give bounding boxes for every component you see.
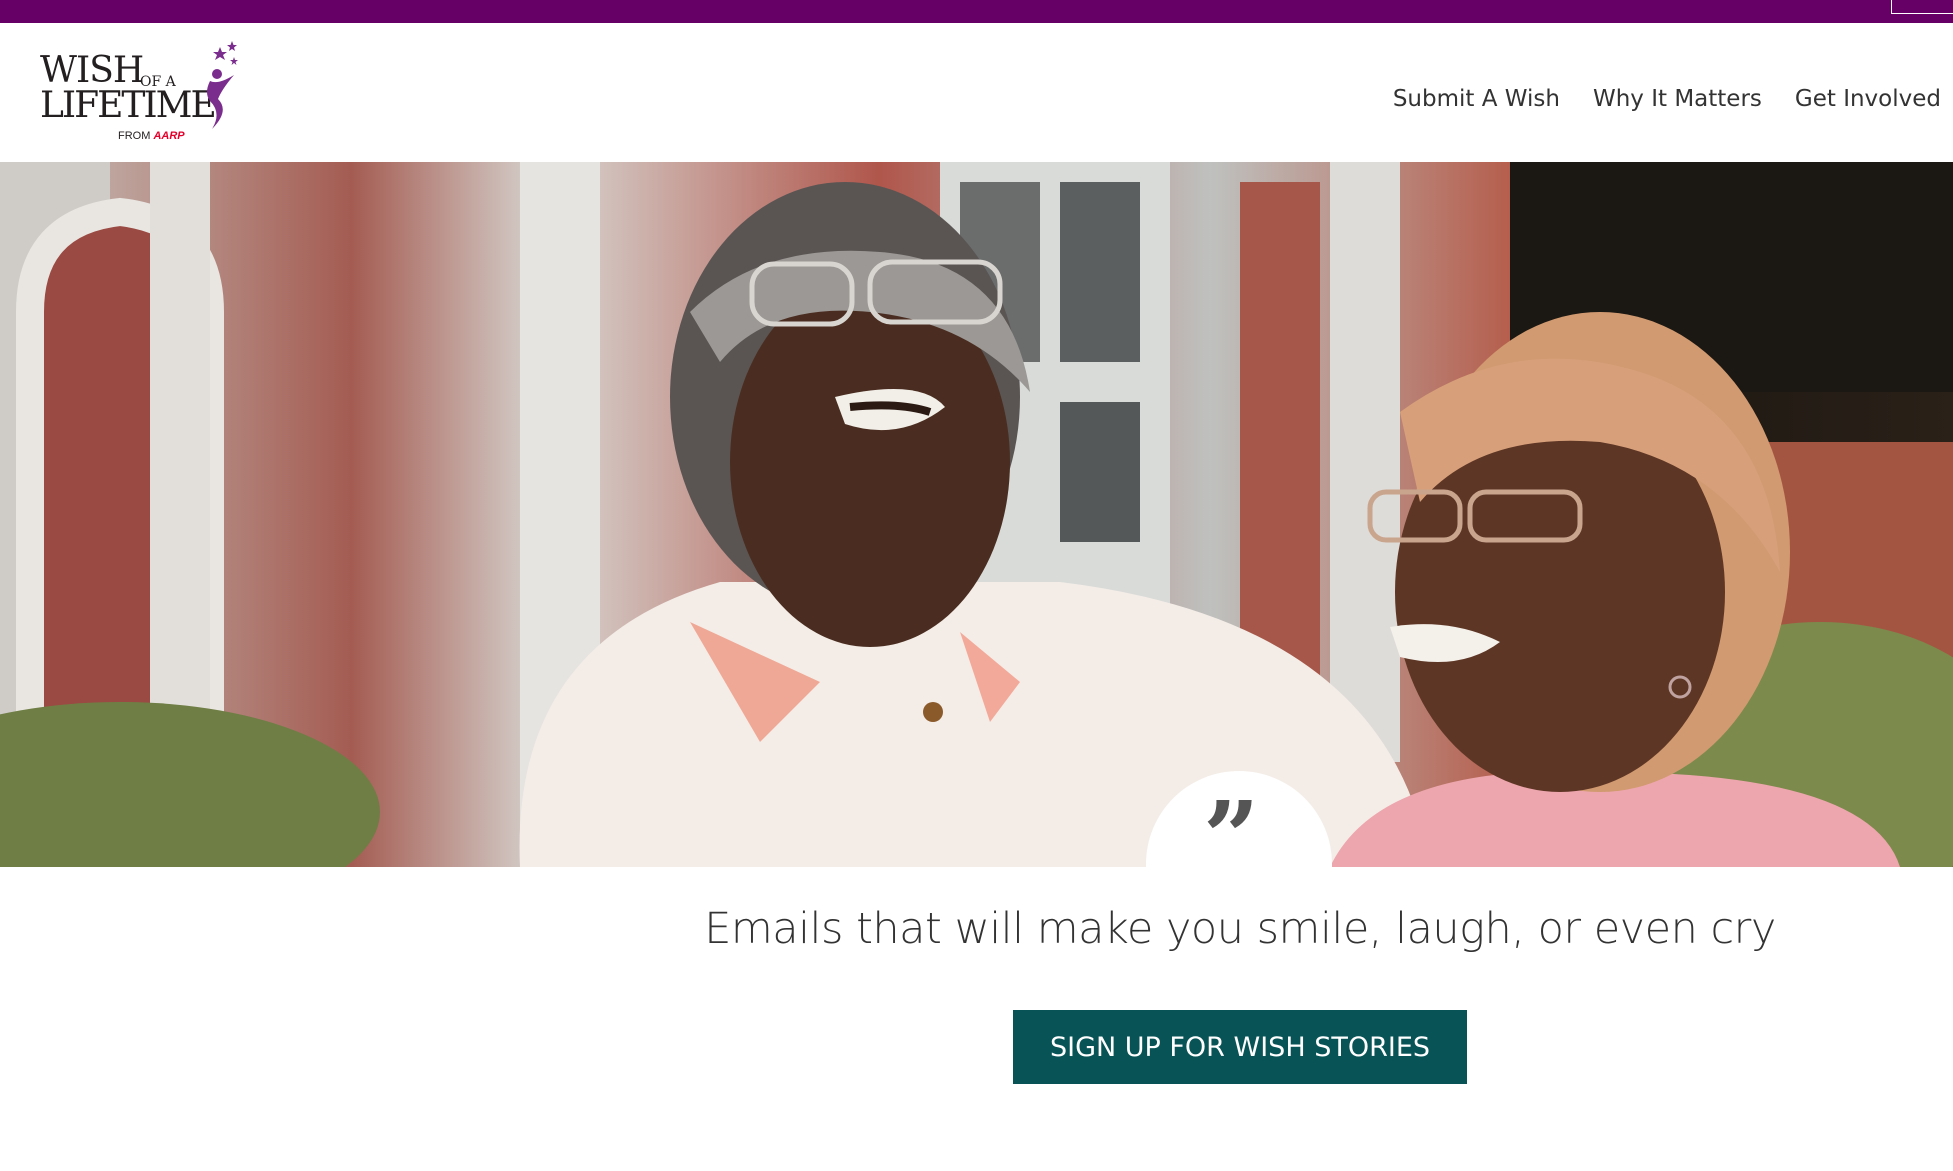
sign-up-wish-stories-button[interactable]: SIGN UP FOR WISH STORIES <box>1013 1010 1467 1084</box>
nav-submit-a-wish[interactable]: Submit A Wish <box>1393 86 1560 112</box>
quote-icon: ” <box>1203 781 1260 896</box>
star-figure-icon <box>207 41 238 129</box>
tagline-heading: Emails that will make you smile, laugh, … <box>704 904 1776 954</box>
logo-line2: LIFETIME <box>40 85 217 126</box>
nav-why-it-matters[interactable]: Why It Matters <box>1593 86 1762 112</box>
wish-of-a-lifetime-logo[interactable]: WISH OF A LIFETIME FROM AARP <box>40 41 260 161</box>
top-bar-box[interactable] <box>1891 0 1953 14</box>
aarp-brand: AARP <box>153 130 185 142</box>
hero-image <box>0 162 1953 867</box>
logo-line1: WISH <box>40 50 144 91</box>
logo-from: FROM AARP <box>118 130 185 142</box>
top-bar <box>0 0 1953 23</box>
hero-photo <box>0 162 1953 867</box>
main-nav: Submit A Wish Why It Matters Get Involve… <box>1393 86 1941 112</box>
nav-get-involved[interactable]: Get Involved <box>1795 86 1941 112</box>
site-header: WISH OF A LIFETIME FROM AARP Submit A Wi… <box>0 23 1953 162</box>
